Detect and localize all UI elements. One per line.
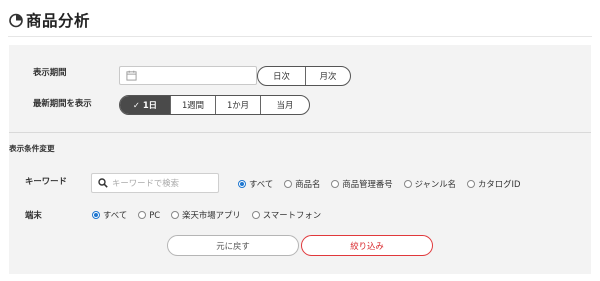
- radio-icon: [331, 180, 340, 188]
- latest-current-month-label: 当月: [276, 100, 294, 110]
- device-smartphone-label: スマートフォン: [262, 210, 322, 220]
- latest-1month-label: 1か月: [226, 100, 250, 110]
- daily-button[interactable]: 日次: [258, 67, 305, 85]
- date-range-input[interactable]: [119, 66, 257, 85]
- device-rakuten-app[interactable]: 楽天市場アプリ: [171, 209, 241, 221]
- radio-selected-icon: [238, 180, 246, 188]
- keyword-scope-radios: すべて 商品名 商品管理番号 ジャンル名 カタログID: [238, 177, 531, 191]
- filter-button[interactable]: 絞り込み: [301, 235, 433, 256]
- keyword-scope-product-code-label: 商品管理番号: [342, 179, 393, 189]
- device-pc-label: PC: [149, 210, 161, 220]
- radio-icon: [138, 211, 147, 219]
- reset-button-label: 元に戻す: [216, 240, 250, 251]
- radio-selected-icon: [92, 211, 100, 219]
- filter-panel: 表示期間 日次 月次 最新期間を表示 ✓ 1日 1週間 1か月 当月 表示条件変…: [9, 45, 591, 274]
- page-title: 商品分析: [26, 12, 91, 30]
- keyword-scope-product-name[interactable]: 商品名: [284, 178, 320, 190]
- keyword-scope-all-label: すべて: [249, 179, 274, 189]
- latest-period-toggle: ✓ 1日 1週間 1か月 当月: [119, 95, 310, 115]
- latest-1week-label: 1週間: [181, 100, 205, 110]
- radio-icon: [284, 180, 293, 188]
- latest-period-label: 最新期間を表示: [33, 98, 92, 108]
- section-divider: [9, 132, 591, 133]
- period-label: 表示期間: [33, 67, 67, 77]
- keyword-scope-genre-label: ジャンル名: [414, 179, 457, 189]
- keyword-label: キーワード: [25, 176, 67, 186]
- page-header: 商品分析: [8, 8, 90, 32]
- latest-current-month-button[interactable]: 当月: [260, 96, 309, 114]
- period-granularity-toggle: 日次 月次: [257, 66, 351, 86]
- latest-1day-button[interactable]: ✓ 1日: [120, 96, 170, 114]
- device-all-label: すべて: [103, 210, 128, 220]
- device-all[interactable]: すべて: [92, 209, 127, 221]
- radio-icon: [171, 211, 180, 219]
- conditions-section-label: 表示条件変更: [9, 144, 55, 153]
- filter-button-label: 絞り込み: [350, 240, 384, 251]
- radio-icon: [251, 211, 260, 219]
- search-icon: [98, 178, 108, 188]
- search-placeholder: キーワードで検索: [112, 178, 179, 188]
- radio-icon: [403, 180, 412, 188]
- device-label: 端末: [25, 210, 42, 220]
- monthly-button[interactable]: 月次: [305, 67, 350, 85]
- keyword-scope-catalog-id[interactable]: カタログID: [467, 178, 520, 190]
- monthly-label: 月次: [319, 71, 337, 81]
- keyword-scope-product-code[interactable]: 商品管理番号: [331, 178, 393, 190]
- title-divider: [8, 36, 592, 37]
- keyword-scope-catalog-id-label: カタログID: [478, 179, 521, 189]
- keyword-scope-genre[interactable]: ジャンル名: [403, 178, 457, 190]
- device-smartphone[interactable]: スマートフォン: [251, 209, 322, 221]
- daily-label: 日次: [273, 71, 290, 81]
- radio-icon: [467, 180, 476, 188]
- keyword-search-input[interactable]: キーワードで検索: [91, 173, 219, 193]
- latest-1week-button[interactable]: 1週間: [170, 96, 215, 114]
- device-pc[interactable]: PC: [138, 210, 160, 220]
- keyword-scope-all[interactable]: すべて: [238, 178, 273, 190]
- keyword-scope-product-name-label: 商品名: [295, 179, 321, 189]
- device-rakuten-app-label: 楽天市場アプリ: [182, 210, 241, 220]
- calendar-icon: [126, 70, 137, 81]
- reset-button[interactable]: 元に戻す: [167, 235, 299, 256]
- latest-1day-label: ✓ 1日: [132, 100, 158, 110]
- latest-1month-button[interactable]: 1か月: [215, 96, 260, 114]
- device-radios: すべて PC 楽天市場アプリ スマートフォン: [92, 208, 332, 222]
- pie-chart-icon: [9, 13, 23, 28]
